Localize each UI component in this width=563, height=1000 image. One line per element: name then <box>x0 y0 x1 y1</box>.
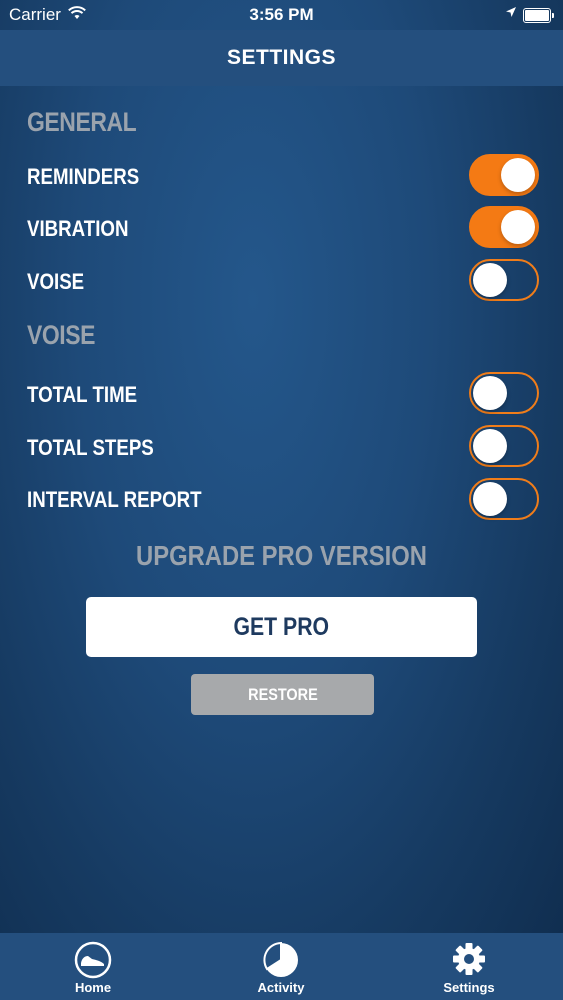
toggle-knob <box>473 482 507 516</box>
gear-icon <box>453 943 485 975</box>
interval-report-toggle[interactable] <box>469 478 539 520</box>
total-steps-toggle[interactable] <box>469 425 539 467</box>
status-time: 3:56 PM <box>249 5 314 24</box>
row-label-reminders: REMINDERS <box>27 164 140 189</box>
row-label-voise: VOISE <box>27 269 85 294</box>
toggle-knob <box>473 429 507 463</box>
battery-icon <box>523 8 554 23</box>
get-pro-label: GET PRO <box>233 613 330 641</box>
tab-bar: Home Activity Settings <box>0 933 563 1000</box>
tab-home[interactable]: Home <box>33 933 153 1000</box>
toggle-knob <box>501 158 535 192</box>
row-label-vibration: VIBRATION <box>27 216 129 241</box>
get-pro-button[interactable]: GET PRO <box>86 597 477 657</box>
restore-label: RESTORE <box>247 685 318 704</box>
tab-activity-label: Activity <box>257 980 305 995</box>
reminders-toggle[interactable] <box>469 154 539 196</box>
status-bar: Carrier 3:56 PM <box>0 0 563 30</box>
tab-settings[interactable]: Settings <box>409 933 529 1000</box>
tab-activity[interactable]: Activity <box>221 933 341 1000</box>
total-time-toggle[interactable] <box>469 372 539 414</box>
toggle-knob <box>473 263 507 297</box>
nav-bar: SETTINGS <box>0 30 563 86</box>
row-label-interval-report: INTERVAL REPORT <box>27 487 202 512</box>
row-label-total-time: TOTAL TIME <box>27 382 138 407</box>
restore-button[interactable]: RESTORE <box>191 674 374 715</box>
vibration-toggle[interactable] <box>469 206 539 248</box>
tab-home-label: Home <box>74 980 112 995</box>
toggle-knob <box>501 210 535 244</box>
section-header-general: GENERAL <box>27 107 137 137</box>
tab-settings-label: Settings <box>443 980 495 995</box>
row-label-total-steps: TOTAL STEPS <box>27 435 154 460</box>
page-title: SETTINGS <box>226 46 336 69</box>
toggle-knob <box>473 376 507 410</box>
section-header-voise: VOISE <box>27 320 96 350</box>
voise-toggle[interactable] <box>469 259 539 301</box>
location-arrow-icon <box>505 5 517 21</box>
shoe-icon <box>74 941 112 979</box>
upgrade-title: UPGRADE PRO VERSION <box>136 540 427 571</box>
pie-chart-icon <box>263 941 298 977</box>
